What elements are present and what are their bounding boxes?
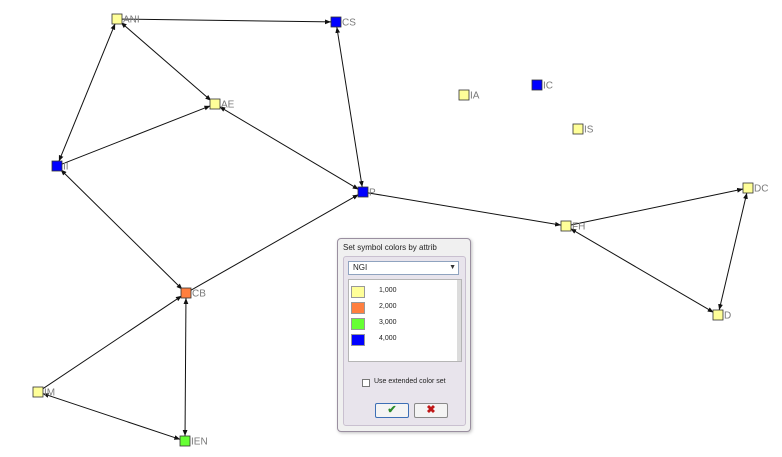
list-scrollbar[interactable] (457, 280, 461, 361)
legend-item[interactable]: 4,000 (351, 334, 451, 348)
node-P[interactable]: P (357, 186, 376, 199)
node-AE[interactable]: AE (209, 98, 235, 111)
node-symbol[interactable] (209, 98, 221, 110)
legend-item[interactable]: 2,000 (351, 302, 451, 316)
cancel-button[interactable]: ✖ (414, 403, 448, 418)
legend-label: 2,000 (379, 303, 397, 310)
node-symbol[interactable] (712, 309, 724, 321)
node-IM[interactable]: IM (32, 386, 55, 399)
edge-FH-D (570, 228, 714, 313)
node-symbol[interactable] (531, 79, 543, 91)
node-CB[interactable]: CB (180, 287, 206, 300)
node-label: IC (543, 81, 553, 92)
legend-swatch[interactable] (351, 286, 365, 298)
node-label: AE (221, 100, 235, 111)
node-label: CS (342, 18, 356, 29)
node-ANI[interactable]: ANI (111, 13, 140, 26)
legend-swatch[interactable] (351, 302, 365, 314)
edge-ANI-II (58, 23, 116, 162)
attribute-select[interactable]: NGI ▼ (348, 261, 459, 275)
node-IC[interactable]: IC (531, 79, 553, 92)
edge-II-AE (61, 105, 211, 165)
extended-color-checkbox[interactable] (362, 379, 370, 387)
node-IEN[interactable]: IEN (179, 435, 208, 448)
edge-ANI-AE (120, 21, 212, 102)
legend-swatch[interactable] (351, 334, 365, 346)
edge-ANI-CS (121, 18, 332, 25)
node-label: ANI (123, 15, 140, 26)
color-legend-list: 1,000 2,000 3,000 4,000 (348, 279, 462, 362)
node-symbol[interactable] (357, 186, 369, 198)
node-IS[interactable]: IS (572, 123, 594, 136)
symbol-color-dialog: Set symbol colors by attrib NGI ▼ 1,000 … (337, 238, 471, 432)
cross-icon: ✖ (426, 404, 436, 416)
edge-P-FH (367, 192, 562, 227)
edge-IM-CB (41, 295, 183, 390)
edge-CB-P (190, 194, 359, 291)
node-label: IM (44, 388, 55, 399)
legend-label: 3,000 (379, 319, 397, 326)
legend-item[interactable]: 1,000 (351, 286, 451, 300)
node-label: DC (754, 184, 768, 195)
edge-CB-IEN (182, 297, 189, 437)
node-label: D (724, 311, 731, 322)
node-label: IS (584, 125, 594, 136)
node-FH[interactable]: FH (560, 220, 585, 233)
node-II[interactable]: II (51, 160, 69, 173)
node-symbol[interactable] (458, 89, 470, 101)
chevron-down-icon[interactable]: ▼ (449, 262, 456, 274)
node-symbol[interactable] (572, 123, 584, 135)
node-DC[interactable]: DC (742, 182, 768, 195)
node-label: FH (572, 222, 585, 233)
node-symbol[interactable] (111, 13, 123, 25)
edge-DC-D (718, 192, 748, 311)
node-IA[interactable]: IA (458, 89, 480, 102)
legend-label: 4,000 (379, 335, 397, 342)
node-symbol[interactable] (179, 435, 191, 447)
node-CS[interactable]: CS (330, 16, 356, 29)
check-icon: ✔ (387, 404, 397, 416)
node-symbol[interactable] (180, 287, 192, 299)
node-label: IA (470, 91, 480, 102)
node-label: IEN (191, 437, 208, 448)
node-label: P (369, 188, 376, 199)
edge-CB-II (60, 169, 183, 290)
node-symbol[interactable] (330, 16, 342, 28)
dialog-title: Set symbol colors by attrib (343, 243, 437, 252)
legend-swatch[interactable] (351, 318, 365, 330)
node-symbol[interactable] (742, 182, 754, 194)
dialog-panel: NGI ▼ 1,000 2,000 3,000 4,000 Use extend… (343, 256, 466, 426)
node-label: II (63, 162, 69, 173)
edge-AE-P (219, 106, 359, 190)
attribute-select-value: NGI (353, 263, 368, 272)
node-D[interactable]: D (712, 309, 731, 322)
edge-CS-P (335, 26, 364, 188)
extended-color-option[interactable]: Use extended color set (362, 378, 462, 390)
node-symbol[interactable] (560, 220, 572, 232)
node-symbol[interactable] (51, 160, 63, 172)
node-label: CB (192, 289, 206, 300)
legend-label: 1,000 (379, 287, 397, 294)
ok-button[interactable]: ✔ (375, 403, 409, 418)
edge-FH-DC (570, 187, 744, 226)
edge-IM-IEN (42, 393, 181, 440)
legend-item[interactable]: 3,000 (351, 318, 451, 332)
extended-color-label: Use extended color set (374, 378, 446, 385)
node-symbol[interactable] (32, 386, 44, 398)
